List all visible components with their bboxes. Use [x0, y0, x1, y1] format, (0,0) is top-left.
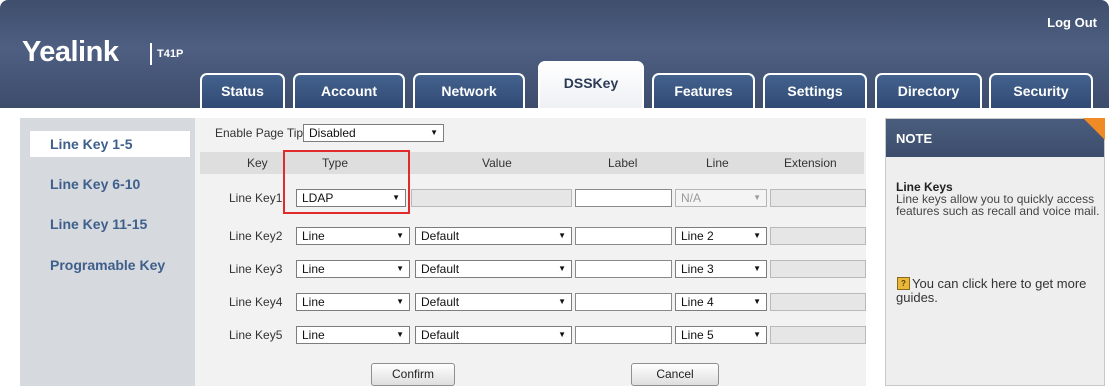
value-text: Default	[421, 229, 460, 243]
tab-settings[interactable]: Settings	[763, 73, 867, 108]
value-text: Default	[421, 328, 460, 342]
tab-account[interactable]: Account	[293, 73, 405, 108]
chevron-down-icon: ▼	[753, 193, 761, 202]
chevron-down-icon: ▼	[558, 231, 566, 240]
line-value: Line 2	[681, 229, 714, 243]
label-input[interactable]	[575, 227, 672, 245]
value-text: Default	[421, 295, 460, 309]
sidebar-item-line-key-6-10[interactable]: Line Key 6-10	[30, 171, 190, 197]
chevron-down-icon: ▼	[396, 330, 404, 339]
column-extension: Extension	[784, 156, 837, 170]
corner-flag-icon	[1083, 118, 1105, 140]
tab-features[interactable]: Features	[652, 73, 755, 108]
row-key-label: Line Key5	[229, 328, 283, 342]
row-key-label: Line Key4	[229, 295, 283, 309]
line-value: Line 4	[681, 295, 714, 309]
note-header: NOTE	[886, 119, 1104, 157]
type-value: Line	[302, 328, 325, 342]
line-value: Line 5	[681, 328, 714, 342]
sidebar-item-programable-key[interactable]: Programable Key	[30, 252, 190, 278]
extension-field	[770, 326, 866, 344]
column-value: Value	[482, 156, 512, 170]
chevron-down-icon: ▼	[558, 297, 566, 306]
row-key-label: Line Key2	[229, 229, 283, 243]
extension-field	[770, 227, 866, 245]
label-input[interactable]	[575, 326, 672, 344]
chevron-down-icon: ▼	[753, 297, 761, 306]
line-value: N/A	[681, 191, 702, 205]
extension-field	[770, 189, 866, 207]
chevron-down-icon: ▼	[396, 264, 404, 273]
line-select[interactable]: Line 2 ▼	[675, 227, 767, 245]
line-select[interactable]: Line 3 ▼	[675, 260, 767, 278]
chevron-down-icon: ▼	[396, 297, 404, 306]
tab-network[interactable]: Network	[413, 73, 525, 108]
type-select[interactable]: Line ▼	[296, 227, 410, 245]
value-select[interactable]: Default ▼	[415, 227, 572, 245]
value-select[interactable]: Default ▼	[415, 293, 572, 311]
column-line: Line	[706, 156, 729, 170]
column-label: Label	[608, 156, 638, 170]
line-select: N/A ▼	[675, 189, 767, 207]
page-tips-value: Disabled	[309, 126, 356, 140]
sidebar-item-line-key-1-5[interactable]: Line Key 1-5	[30, 131, 190, 157]
chevron-down-icon: ▼	[753, 330, 761, 339]
sidebar-item-line-key-11-15[interactable]: Line Key 11-15	[30, 211, 190, 237]
label-input[interactable]	[575, 189, 672, 207]
guide-link[interactable]: You can click here to get more guides.	[896, 277, 1101, 305]
tab-security[interactable]: Security	[989, 73, 1093, 108]
chevron-down-icon: ▼	[753, 264, 761, 273]
value-select[interactable]: Default ▼	[415, 326, 572, 344]
model-label: T41P	[157, 48, 184, 60]
type-value: Line	[302, 295, 325, 309]
chevron-down-icon: ▼	[753, 231, 761, 240]
cancel-button[interactable]: Cancel	[631, 363, 719, 386]
type-value: Line	[302, 262, 325, 276]
value-select[interactable]: Default ▼	[415, 260, 572, 278]
extension-field	[770, 293, 866, 311]
row-key-label: Line Key3	[229, 262, 283, 276]
sidebar: Line Key 1-5 Line Key 6-10 Line Key 11-1…	[20, 118, 195, 386]
tab-status[interactable]: Status	[200, 73, 285, 108]
note-panel: NOTE Line Keys Line keys allow you to qu…	[885, 118, 1105, 386]
tab-directory[interactable]: Directory	[875, 73, 982, 108]
logout-link[interactable]: Log Out	[1047, 15, 1097, 30]
chevron-down-icon: ▼	[558, 264, 566, 273]
header-bar: Yealink T41P Log Out Status Account Netw…	[0, 0, 1109, 108]
type-select[interactable]: Line ▼	[296, 326, 410, 344]
help-book-icon: ?	[897, 277, 910, 290]
type-value: Line	[302, 229, 325, 243]
brand-logo: Yealink	[22, 36, 119, 68]
tab-dsskey[interactable]: DSSKey	[538, 61, 644, 108]
row-key-label: Line Key1	[229, 191, 283, 205]
line-value: Line 3	[681, 262, 714, 276]
value-field-disabled	[411, 189, 572, 207]
chevron-down-icon: ▼	[430, 128, 438, 137]
column-key: Key	[247, 156, 268, 170]
chevron-down-icon: ▼	[396, 231, 404, 240]
chevron-down-icon: ▼	[558, 330, 566, 339]
extension-field	[770, 260, 866, 278]
label-input[interactable]	[575, 293, 672, 311]
logo-divider	[150, 43, 152, 65]
note-description: Line keys allow you to quickly access fe…	[896, 192, 1100, 218]
value-text: Default	[421, 262, 460, 276]
page-tips-select[interactable]: Disabled ▼	[303, 124, 444, 142]
page-tips-label: Enable Page Tips	[215, 126, 310, 140]
line-select[interactable]: Line 4 ▼	[675, 293, 767, 311]
type-column-highlight	[283, 150, 410, 214]
line-select[interactable]: Line 5 ▼	[675, 326, 767, 344]
type-select[interactable]: Line ▼	[296, 293, 410, 311]
confirm-button[interactable]: Confirm	[371, 363, 455, 386]
note-title: NOTE	[896, 131, 933, 146]
type-select[interactable]: Line ▼	[296, 260, 410, 278]
label-input[interactable]	[575, 260, 672, 278]
